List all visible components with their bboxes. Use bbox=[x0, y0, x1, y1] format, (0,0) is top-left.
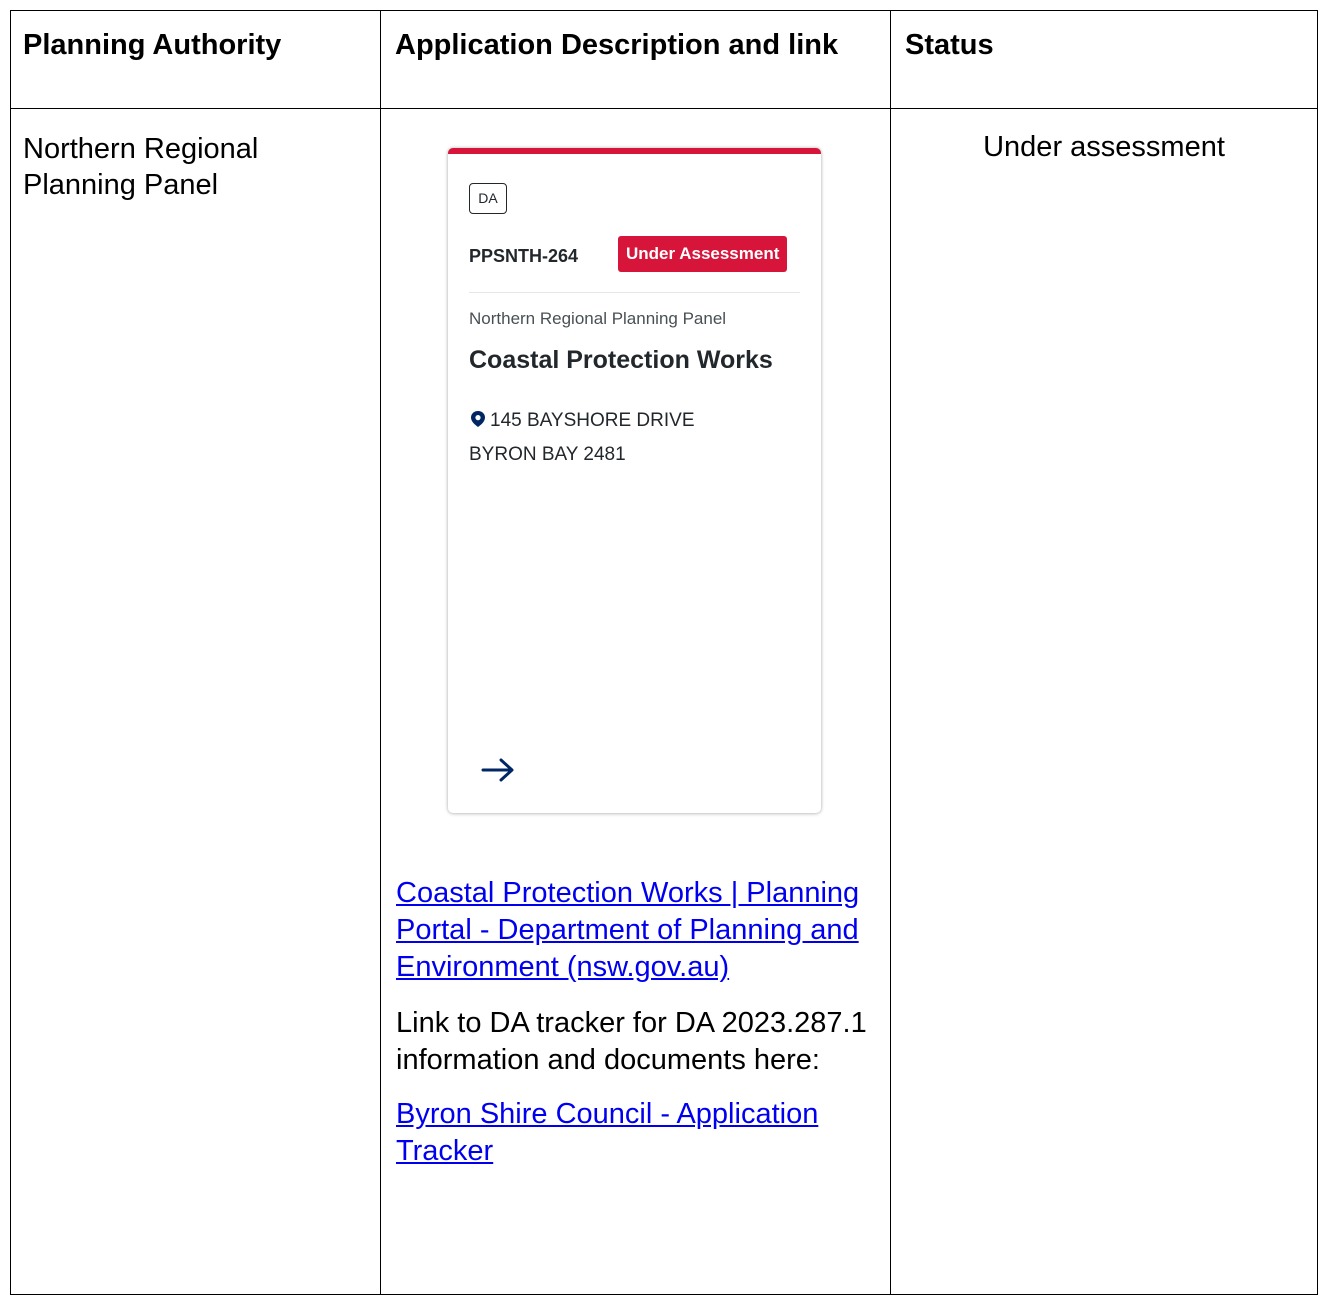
application-card[interactable]: DA PPSNTH-264 Under Assessment Northern … bbox=[448, 148, 821, 813]
header-application-description: Application Description and link bbox=[380, 10, 891, 109]
application-id: PPSNTH-264 bbox=[469, 246, 579, 266]
arrow-right-icon[interactable] bbox=[481, 757, 515, 783]
address-line-1: 145 BAYSHORE DRIVE bbox=[490, 410, 695, 431]
card-title: Coastal Protection Works bbox=[469, 346, 773, 374]
card-address: 145 BAYSHORE DRIVE BYRON BAY 2481 bbox=[469, 404, 769, 472]
status-badge: Under Assessment bbox=[618, 236, 788, 272]
application-tracker-link[interactable]: Byron Shire Council - Application Tracke… bbox=[396, 1096, 876, 1170]
card-authority: Northern Regional Planning Panel bbox=[469, 309, 727, 328]
table-row: Northern Regional Planning Panel DA PPSN… bbox=[10, 108, 1318, 1295]
address-line-2: BYRON BAY 2481 bbox=[469, 444, 626, 465]
status-text: Under assessment bbox=[983, 131, 1225, 163]
header-status: Status bbox=[890, 10, 1318, 109]
location-pin-icon bbox=[471, 411, 485, 427]
authority-cell: Northern Regional Planning Panel bbox=[10, 108, 381, 1295]
header-planning-authority: Planning Authority bbox=[10, 10, 381, 109]
status-cell: Under assessment bbox=[890, 108, 1318, 1295]
planning-portal-link[interactable]: Coastal Protection Works | Planning Port… bbox=[396, 875, 876, 986]
authority-text: Northern Regional Planning Panel bbox=[23, 133, 259, 201]
applications-table: Planning Authority Application Descripti… bbox=[10, 10, 1318, 1295]
description-cell: DA PPSNTH-264 Under Assessment Northern … bbox=[380, 108, 891, 1295]
links-block: Coastal Protection Works | Planning Port… bbox=[396, 875, 876, 1170]
tracker-description: Link to DA tracker for DA 2023.287.1 inf… bbox=[396, 1007, 867, 1076]
table-header-row: Planning Authority Application Descripti… bbox=[10, 10, 1318, 109]
application-type-tag: DA bbox=[469, 183, 507, 214]
card-divider bbox=[469, 292, 800, 293]
